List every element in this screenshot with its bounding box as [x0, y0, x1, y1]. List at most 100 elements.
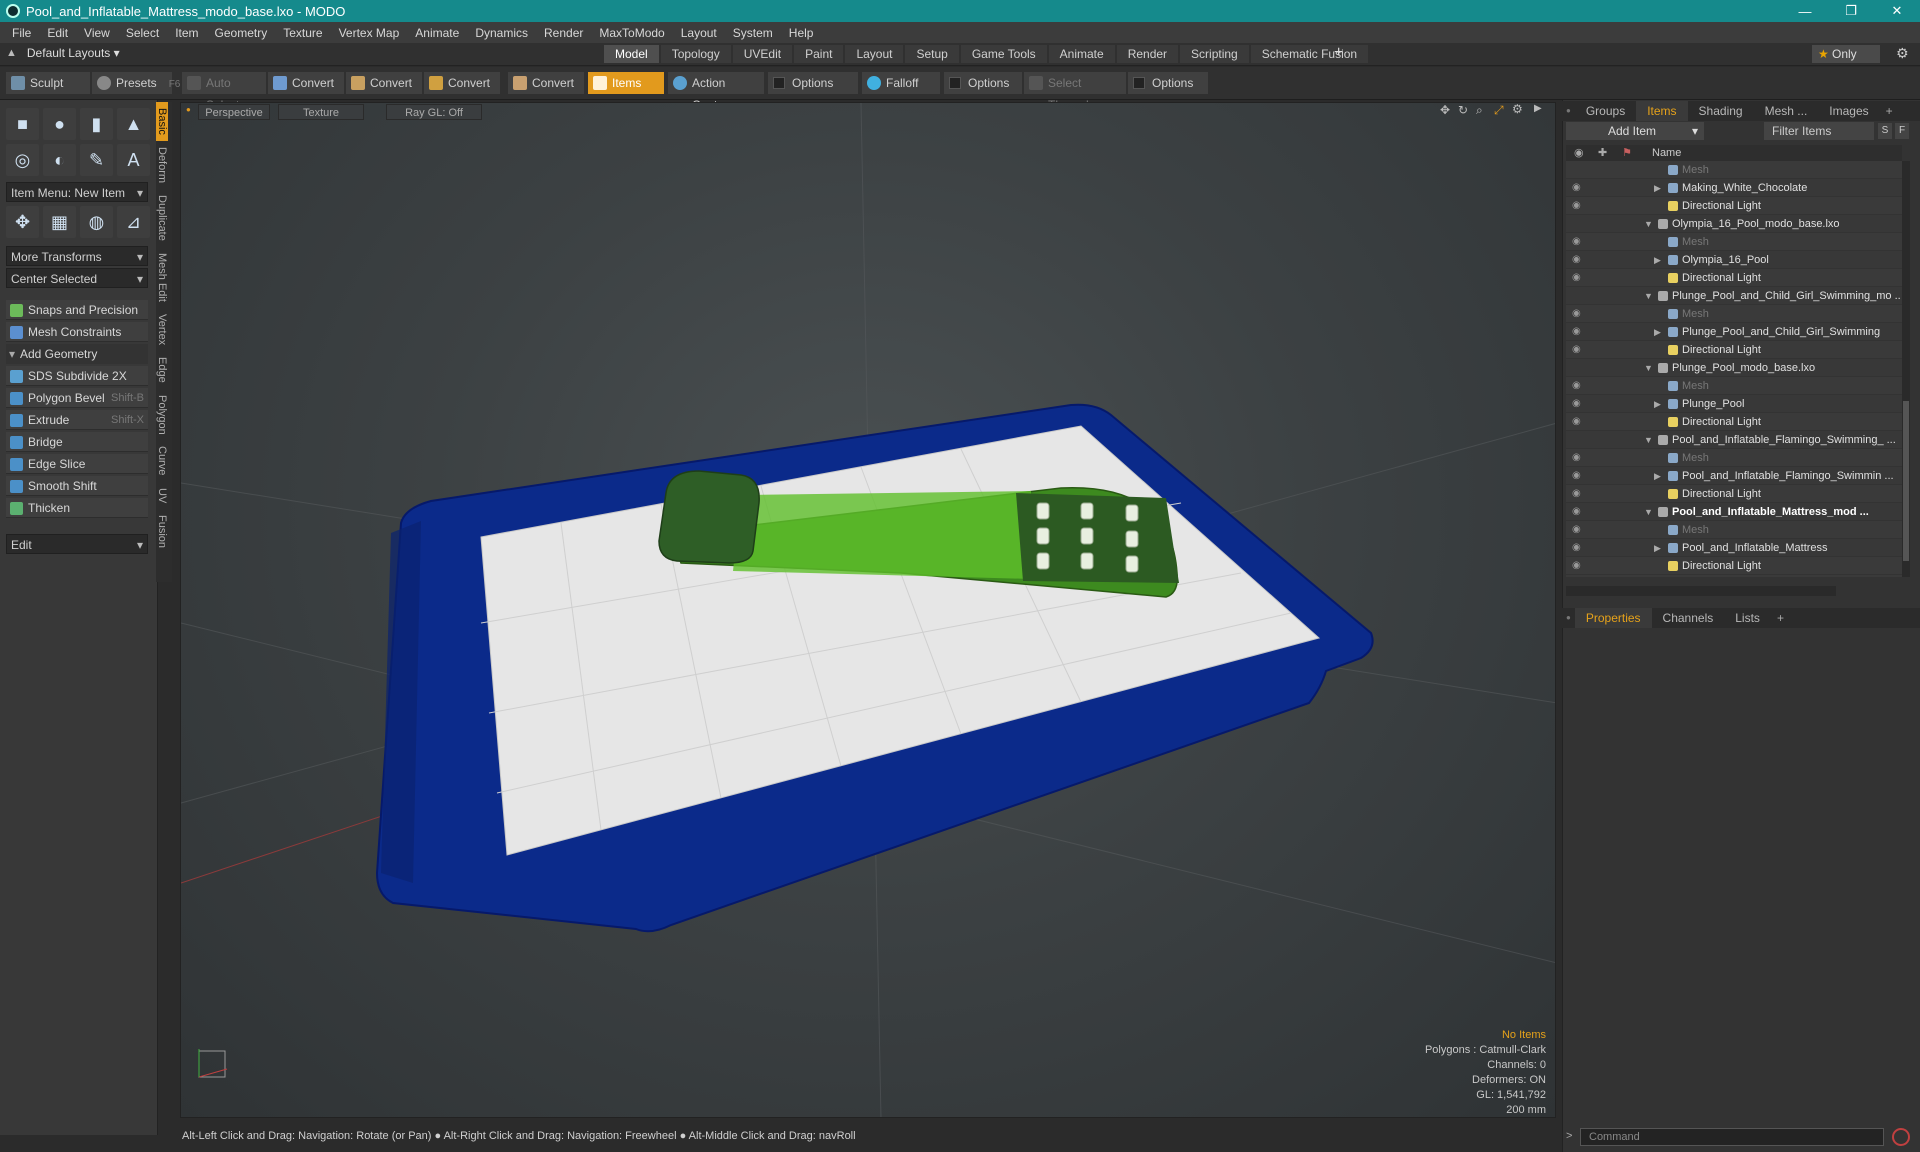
- expand-arrow-icon[interactable]: ▶: [1654, 539, 1661, 557]
- visibility-eye-icon[interactable]: ◉: [1572, 395, 1581, 413]
- tab-channels[interactable]: Channels: [1652, 608, 1725, 628]
- record-macro-icon[interactable]: [1892, 1128, 1910, 1146]
- menu-edit[interactable]: Edit: [39, 26, 76, 40]
- torus-icon[interactable]: ◎: [6, 144, 39, 176]
- convert-items-button[interactable]: Convert: [508, 72, 584, 94]
- menu-maxtomodo[interactable]: MaxToModo: [591, 26, 672, 40]
- visibility-eye-icon[interactable]: ◉: [1572, 557, 1581, 575]
- expand-arrow-icon[interactable]: ▶: [1654, 251, 1661, 269]
- options-button-1[interactable]: Options: [768, 72, 858, 94]
- maximize-button[interactable]: ❐: [1828, 0, 1874, 22]
- default-layouts-dropdown[interactable]: Default Layouts ▾: [27, 46, 120, 60]
- expand-arrow-icon[interactable]: ▶: [1654, 179, 1661, 197]
- layout-tab-setup[interactable]: Setup: [905, 45, 959, 63]
- tool-thicken[interactable]: Thicken: [6, 498, 148, 518]
- vtab-edge[interactable]: Edge: [156, 351, 168, 389]
- visibility-eye-icon[interactable]: ◉: [1572, 467, 1581, 485]
- add-geometry-section[interactable]: Add Geometry: [6, 344, 148, 364]
- items-mode-button[interactable]: Items: [588, 72, 664, 94]
- collapse-arrow-icon[interactable]: ▼: [1644, 431, 1653, 449]
- options-checkbox-3[interactable]: [1133, 77, 1145, 89]
- convert-edges-button[interactable]: Convert: [346, 72, 422, 94]
- item-row-scene[interactable]: ▼ Pool_and_Inflatable_Flamingo_Swimming_ …: [1566, 431, 1902, 449]
- expand-arrow-icon[interactable]: ▶: [1654, 323, 1661, 341]
- filter-items-input[interactable]: Filter Items: [1764, 122, 1874, 140]
- select-through-button[interactable]: Select Through: [1024, 72, 1126, 112]
- item-menu-dropdown[interactable]: Item Menu: New Item: [6, 182, 148, 203]
- tool-bridge[interactable]: Bridge: [6, 432, 148, 452]
- tool-smooth-shift[interactable]: Smooth Shift: [6, 476, 148, 496]
- pan-icon[interactable]: ✥: [1440, 103, 1450, 117]
- filter-s-button[interactable]: S: [1878, 123, 1892, 139]
- layout-tab-animate[interactable]: Animate: [1048, 45, 1115, 63]
- menu-dynamics[interactable]: Dynamics: [467, 26, 536, 40]
- item-row-light[interactable]: ◉ Directional Light: [1566, 269, 1902, 287]
- options-button-3[interactable]: Options: [1128, 72, 1208, 94]
- visibility-eye-icon[interactable]: ◉: [1572, 449, 1581, 467]
- zoom-icon[interactable]: ⌕: [1476, 103, 1483, 118]
- visibility-eye-icon[interactable]: ◉: [1572, 341, 1581, 359]
- menu-file[interactable]: File: [4, 26, 39, 40]
- item-row-mesh[interactable]: ◉ Mesh: [1566, 305, 1902, 323]
- cube-icon[interactable]: ■: [6, 108, 39, 140]
- item-list-hscrollbar[interactable]: [1566, 586, 1836, 596]
- only-toggle[interactable]: ★ Only: [1812, 45, 1880, 63]
- visibility-eye-icon[interactable]: ◉: [1572, 485, 1581, 503]
- tab-properties[interactable]: Properties: [1574, 608, 1652, 628]
- menu-system[interactable]: System: [725, 26, 781, 40]
- menu-render[interactable]: Render: [536, 26, 591, 40]
- add-layout-tab-icon[interactable]: +: [1334, 44, 1343, 62]
- edit-dropdown[interactable]: Edit: [6, 534, 148, 555]
- vtab-curve[interactable]: Curve: [156, 440, 168, 481]
- grid-icon[interactable]: ▦: [43, 206, 76, 238]
- layout-tab-topology[interactable]: Topology: [660, 45, 731, 63]
- mesh-constraints-button[interactable]: Mesh Constraints: [6, 322, 148, 342]
- action-center-button[interactable]: Action Center: [668, 72, 764, 112]
- item-row-light[interactable]: ◉ Directional Light: [1566, 341, 1902, 359]
- expand-arrow-icon[interactable]: ▶: [1654, 395, 1661, 413]
- collapse-arrow-icon[interactable]: ▼: [1644, 215, 1653, 233]
- item-row-mesh[interactable]: ◉ ▶ Pool_and_Inflatable_Flamingo_Swimmin .…: [1566, 467, 1902, 485]
- visibility-eye-icon[interactable]: ◉: [1572, 269, 1581, 287]
- vtab-polygon[interactable]: Polygon: [156, 389, 168, 441]
- tab-images[interactable]: Images: [1818, 101, 1879, 121]
- capsule-icon[interactable]: ◐: [43, 144, 76, 176]
- item-row-light[interactable]: ◉ Directional Light: [1566, 197, 1902, 215]
- presets-button[interactable]: Presets F6: [92, 72, 180, 94]
- 3d-viewport[interactable]: [180, 102, 1556, 1118]
- menu-vertex-map[interactable]: Vertex Map: [331, 26, 408, 40]
- text-tool-icon[interactable]: A: [117, 144, 150, 176]
- layout-tab-scripting[interactable]: Scripting: [1180, 45, 1249, 63]
- visibility-eye-icon[interactable]: ◉: [1572, 233, 1581, 251]
- add-tab-icon[interactable]: +: [1771, 608, 1790, 628]
- collapse-arrow-icon[interactable]: ▼: [1644, 287, 1653, 305]
- auto-select-button[interactable]: Auto Select: [182, 72, 266, 112]
- add-item-dropdown[interactable]: Add Item ▾: [1566, 122, 1704, 140]
- viewport-gear-icon[interactable]: ⚙: [1512, 102, 1523, 116]
- globe-icon[interactable]: ◍: [80, 206, 113, 238]
- more-transforms-dropdown[interactable]: More Transforms: [6, 246, 148, 267]
- layout-tab-render[interactable]: Render: [1116, 45, 1179, 63]
- tool-polygon-bevel[interactable]: Polygon Bevel Shift-B: [6, 388, 148, 408]
- snaps-precision-button[interactable]: Snaps and Precision: [6, 300, 148, 320]
- visibility-eye-icon[interactable]: ◉: [1572, 251, 1581, 269]
- fit-view-icon[interactable]: ⤢: [1494, 103, 1504, 118]
- falloff-button[interactable]: Falloff: [862, 72, 940, 94]
- item-row-scene[interactable]: ▼ Plunge_Pool_and_Child_Girl_Swimming_mo …: [1566, 287, 1902, 305]
- render-column-icon[interactable]: ⚑: [1622, 145, 1632, 161]
- visibility-eye-icon[interactable]: ◉: [1572, 503, 1581, 521]
- item-list-scrollbar[interactable]: [1902, 161, 1910, 577]
- menu-texture[interactable]: Texture: [275, 26, 330, 40]
- filter-f-button[interactable]: F: [1895, 123, 1909, 139]
- command-input[interactable]: Command: [1580, 1128, 1884, 1146]
- item-row-mesh[interactable]: ◉ Mesh: [1566, 521, 1902, 539]
- panel-menu-icon[interactable]: ●: [1562, 101, 1575, 121]
- menu-geometry[interactable]: Geometry: [207, 26, 276, 40]
- center-selected-dropdown[interactable]: Center Selected: [6, 268, 148, 289]
- item-row-scene[interactable]: ▼ Olympia_16_Pool_modo_base.lxo: [1566, 215, 1902, 233]
- visibility-eye-icon[interactable]: ◉: [1572, 323, 1581, 341]
- visibility-eye-icon[interactable]: ◉: [1572, 521, 1581, 539]
- layout-tab-uvedit[interactable]: UVEdit: [732, 45, 793, 63]
- item-row-scene[interactable]: ◉ ▼ Pool_and_Inflatable_Mattress_mod ...: [1566, 503, 1902, 521]
- collapse-arrow-icon[interactable]: ▼: [1644, 503, 1653, 521]
